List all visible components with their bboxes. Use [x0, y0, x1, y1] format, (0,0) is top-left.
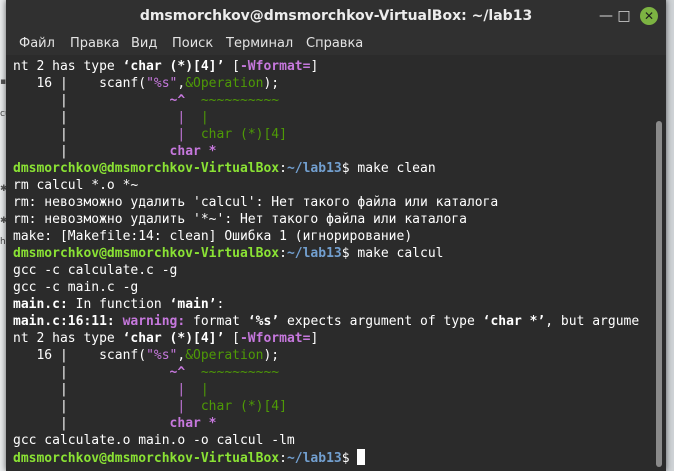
menu-terminal[interactable]: Терминал [226, 36, 293, 51]
window-title: dmsmorchkov@dmsmorchkov-VirtualBox: ~/la… [139, 8, 533, 24]
terminal-line: 16 | scanf("%s",&Operation); [13, 76, 280, 91]
terminal-line: gcc calculate.o main.o -o calcul -lm [13, 433, 295, 448]
terminal-line: | | | [13, 110, 209, 125]
prompt-line[interactable]: dmsmorchkov@dmsmorchkov-VirtualBox:~/lab… [13, 449, 366, 466]
terminal-line: | ~^ ~~~~~~~~~~ [13, 365, 280, 380]
text-cursor [357, 449, 366, 465]
menu-edit[interactable]: Правка [70, 36, 119, 51]
terminal-line: rm calcul *.o *~ [13, 178, 139, 193]
scrollbar[interactable] [652, 55, 666, 471]
prompt-line: dmsmorchkov@dmsmorchkov-VirtualBox:~/lab… [13, 246, 444, 261]
terminal-line: nt 2 has type ‘char (*)[4]’ [-Wformat=] [13, 59, 319, 74]
terminal-line: nt 2 has type ‘char (*)[4]’ [-Wformat=] [13, 331, 319, 346]
terminal-window: dmsmorchkov@dmsmorchkov-VirtualBox: ~/la… [6, 0, 666, 471]
menu-bar: Файл Правка Вид Поиск Терминал Справка [6, 33, 666, 55]
menu-file[interactable]: Файл [19, 36, 55, 51]
terminal-line: 16 | scanf("%s",&Operation); [13, 348, 280, 363]
terminal-output[interactable]: nt 2 has type ‘char (*)[4]’ [-Wformat=] … [6, 55, 652, 471]
terminal-line: | | | [13, 382, 209, 397]
terminal-line: make: [Makefile:14: clean] Ошибка 1 (игн… [13, 229, 413, 244]
terminal-line: | char * [13, 416, 217, 431]
scrollbar-thumb[interactable] [656, 121, 662, 467]
title-bar[interactable]: dmsmorchkov@dmsmorchkov-VirtualBox: ~/la… [6, 0, 666, 33]
maximize-icon[interactable]: □ [615, 7, 633, 25]
menu-view[interactable]: Вид [131, 36, 157, 51]
close-icon[interactable]: ✕ [640, 7, 658, 25]
terminal-line: | | char (*)[4] [13, 399, 287, 414]
terminal-line: gcc -c main.c -g [13, 280, 139, 295]
terminal-line: | ~^ ~~~~~~~~~~ [13, 93, 280, 108]
terminal-line: main.c: In function ‘main’: [13, 297, 225, 312]
menu-search[interactable]: Поиск [172, 36, 213, 51]
terminal-line: main.c:16:11: warning: format ‘%s’ expec… [13, 314, 640, 329]
terminal-line: gcc -c calculate.c -g [13, 263, 178, 278]
terminal-line: rm: невозможно удалить '*~': Нет такого … [13, 212, 467, 227]
menu-help[interactable]: Справка [306, 36, 363, 51]
terminal-line: | char * [13, 144, 217, 159]
minimize-icon[interactable]: — [597, 7, 615, 25]
prompt-line: dmsmorchkov@dmsmorchkov-VirtualBox:~/lab… [13, 161, 436, 176]
terminal-line: rm: невозможно удалить 'calcul': Нет так… [13, 195, 499, 210]
terminal-line: | | char (*)[4] [13, 127, 287, 142]
